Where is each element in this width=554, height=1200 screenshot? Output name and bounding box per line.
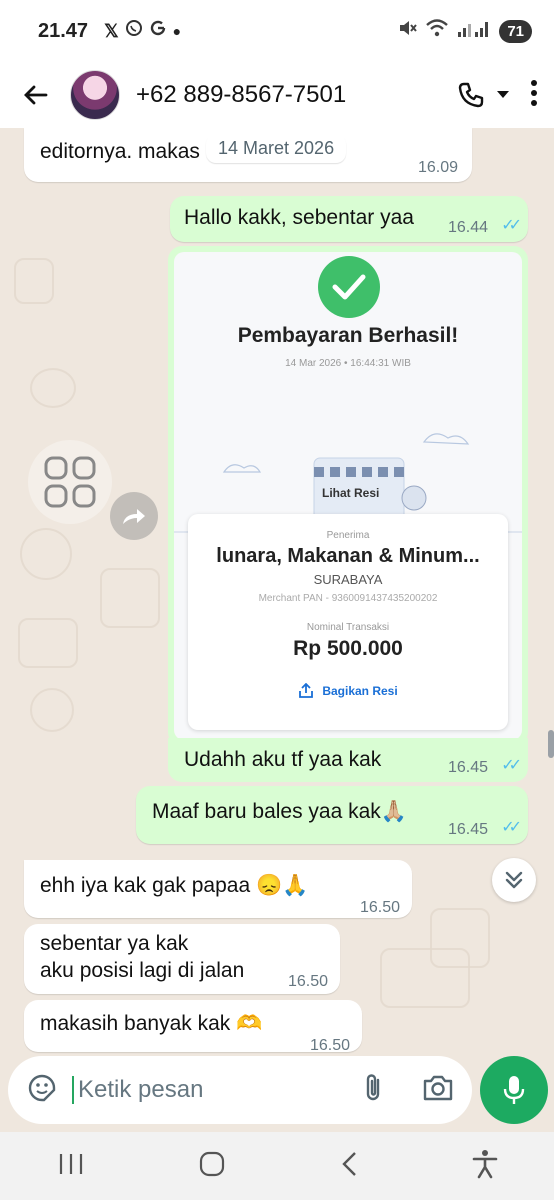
message-text-line: sebentar ya kak [40,932,189,955]
wallpaper-doodle [18,618,78,668]
read-receipt-icon: ✓✓ [501,757,522,774]
share-receipt-label: Bagikan Resi [322,684,398,698]
camera-icon [423,1075,453,1100]
status-time: 21.47 [38,19,89,42]
message-text: Maaf baru bales yaa kak🙏🏼 [152,800,407,823]
phone-icon [458,82,484,108]
accessibility-icon [472,1149,497,1178]
x-icon: 𝕏 [104,20,119,41]
voice-message-button[interactable] [480,1056,548,1124]
wallpaper-doodle [30,368,76,408]
chat-header: +62 889-8567-7501 [0,62,554,128]
date-chip: 14 Maret 2026 [206,134,347,163]
read-receipt-icon: ✓✓ [501,819,522,836]
home-icon [199,1151,224,1176]
recipient-label: Penerima [326,530,370,541]
composer [8,1056,472,1124]
battery-indicator: 71 [499,19,532,43]
wallpaper-doodle [14,258,54,304]
mute-icon [397,18,418,44]
accessibility-button[interactable] [472,1149,498,1184]
message-input[interactable] [72,1076,302,1104]
chevron-down-icon [497,91,509,98]
wallpaper-doodle [30,688,74,732]
view-receipt-label: Lihat Resi [322,486,380,500]
microphone-icon [503,1076,525,1104]
attach-button[interactable] [360,1072,388,1109]
merchant-name: lunara, Makanan & Minum... [216,545,480,567]
message-time: 16.50 [287,973,328,990]
dot-icon: ● [172,23,182,39]
back-button[interactable] [16,75,56,115]
header-actions [456,79,538,112]
system-nav-bar [0,1132,554,1200]
status-left: 21.47 𝕏 ● [38,19,181,43]
message-incoming[interactable]: sebentar ya kak aku posisi lagi di jalan… [24,924,340,994]
scroll-to-bottom-button[interactable] [492,858,536,902]
back-arrow-icon [24,85,48,105]
home-button[interactable] [198,1150,226,1183]
wallpaper-doodle [380,948,470,1008]
status-right: 71 [397,18,532,44]
merchant-pan: Merchant PAN - 9360091437435200202 [258,593,438,604]
double-chevron-down-icon [505,871,523,889]
read-receipt-icon: ✓✓ [501,217,522,234]
sticker-button[interactable] [26,1072,58,1109]
wifi-icon [425,18,449,44]
wallpaper-doodle [100,568,160,628]
forward-icon [123,509,145,524]
message-incoming[interactable]: ehh iya kak gak papaa 😞🙏 16.50 [24,860,412,918]
more-vertical-icon [531,79,537,106]
message-outgoing-image[interactable]: Pembayaran Berhasil! 14 Mar 2026 • 16:44… [168,246,528,746]
grid-overlay-button[interactable] [28,440,112,524]
forward-button[interactable] [110,492,158,540]
payment-title: Pembayaran Berhasil! [237,324,459,347]
receipt-card: Penerima lunara, Makanan & Minum... SURA… [188,514,508,730]
call-button[interactable] [456,80,510,110]
message-time: 16.45 [447,821,488,838]
notification-icons: 𝕏 ● [104,19,181,43]
message-text-line: aku posisi lagi di jalan [40,959,245,982]
message-text: makasih banyak kak 🫶 [40,1012,263,1035]
message-text: editornya. makas [40,140,200,163]
image-caption[interactable]: Udahh aku tf yaa kak 16.45 ✓✓ [168,738,528,782]
message-time: 16.45 [447,759,488,776]
receipt-image[interactable]: Pembayaran Berhasil! 14 Mar 2026 • 16:44… [174,252,522,740]
paperclip-icon [366,1073,380,1100]
wallpaper-doodle [20,528,72,580]
status-bar: 21.47 𝕏 ● 71 [0,0,554,62]
avatar[interactable] [70,70,120,120]
recent-apps-icon [59,1153,82,1174]
amount-label: Nominal Transaksi [306,622,390,633]
signal-icon [457,18,491,44]
google-icon [149,19,167,43]
sticker-icon [28,1074,56,1101]
message-time: 16.09 [417,159,458,176]
scrollbar-handle[interactable] [548,730,554,758]
message-outgoing[interactable]: Hallo kakk, sebentar yaa 16.44 ✓✓ [170,196,528,242]
camera-button[interactable] [422,1074,454,1107]
message-incoming[interactable]: makasih banyak kak 🫶 16.50 [24,1000,362,1054]
contact-name[interactable]: +62 889-8567-7501 [136,81,346,109]
caption-text: Udahh aku tf yaa kak [184,748,382,771]
success-check-icon [318,256,380,318]
back-chevron-icon [341,1151,356,1176]
amount-value: Rp 500.000 [293,637,403,660]
message-time: 16.50 [359,899,400,916]
recent-apps-button[interactable] [57,1152,85,1181]
message-text: Hallo kakk, sebentar yaa [184,206,414,229]
chat-area[interactable]: editornya. makas 16.09 14 Maret 2026 Hal… [0,128,554,1128]
whatsapp-icon [125,19,143,43]
share-receipt-button: Bagikan Resi [188,683,508,699]
message-text: ehh iya kak gak papaa 😞🙏 [40,874,309,897]
more-options-button[interactable] [524,79,538,112]
message-time: 16.44 [447,219,488,236]
message-outgoing[interactable]: Maaf baru bales yaa kak🙏🏼 16.45 ✓✓ [136,786,528,844]
back-nav-button[interactable] [339,1150,359,1183]
payment-datetime: 14 Mar 2026 • 16:44:31 WIB [285,358,411,369]
share-icon [299,683,314,698]
merchant-city: SURABAYA [313,572,383,587]
grid-icon [44,456,96,508]
